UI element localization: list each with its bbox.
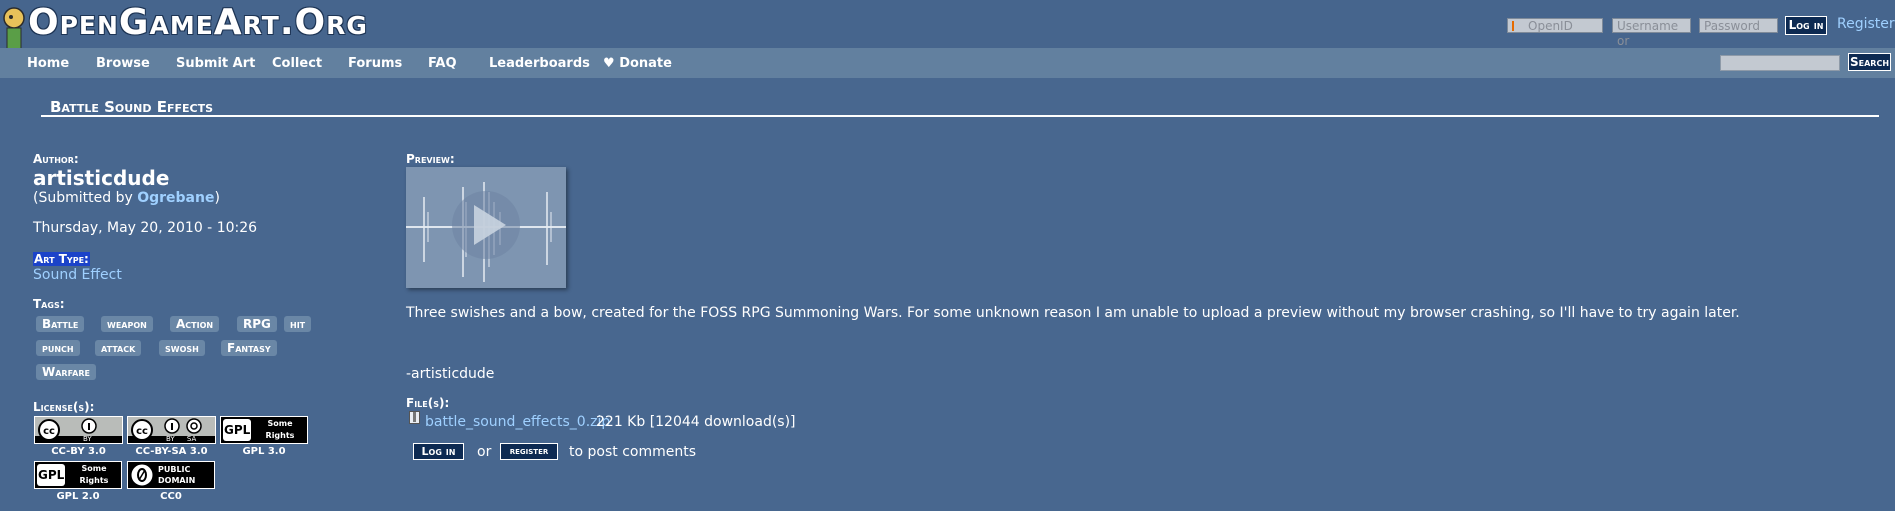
- username-placeholder: Username or: [1617, 19, 1679, 48]
- author-name[interactable]: artisticdude: [33, 166, 169, 190]
- tag-rpg[interactable]: RPG: [237, 316, 277, 332]
- author-label: Author:: [33, 152, 79, 166]
- comment-register-button[interactable]: register: [500, 443, 558, 460]
- openid-placeholder: OpenID: [1528, 19, 1573, 33]
- license-caption-gpl-3[interactable]: GPL 3.0: [220, 446, 308, 457]
- license-badge-gpl-2[interactable]: GPL Some Rights Reserved: [34, 461, 122, 489]
- nav-donate-label: Donate: [619, 56, 672, 71]
- gpl-2-logo-text: GPL: [38, 468, 65, 482]
- tag-action[interactable]: Action: [170, 316, 220, 332]
- search-input[interactable]: [1720, 55, 1840, 71]
- tags-label: Tags:: [33, 297, 65, 311]
- licenses-label: License(s):: [33, 400, 95, 414]
- license-badge-cc-by-sa[interactable]: cc BY SA: [127, 416, 216, 444]
- site-logo-text[interactable]: OpenGameArt.Org: [28, 2, 368, 43]
- site-header: OpenGameArt.Org OpenID Username or Passw…: [0, 0, 1895, 59]
- gpl-3-logo-text: GPL: [224, 423, 251, 437]
- main-nav: Home Browse Submit Art Collect Forums FA…: [0, 48, 1895, 78]
- openid-icon: [1512, 21, 1514, 31]
- cc-by-icon: cc: [35, 418, 122, 443]
- cc-by-badge-text: BY: [83, 435, 92, 443]
- nav-forums[interactable]: Forums: [348, 56, 402, 71]
- register-link[interactable]: Register: [1837, 16, 1895, 32]
- tag-battle[interactable]: Battle: [36, 316, 85, 332]
- license-caption-cc-by-sa[interactable]: CC-BY-SA 3.0: [127, 446, 216, 457]
- license-badge-cc-by[interactable]: cc BY: [34, 416, 123, 444]
- art-type-label: Art Type:: [33, 252, 90, 266]
- comment-hint: to post comments: [569, 444, 696, 460]
- comment-or-text: or: [477, 444, 492, 460]
- license-caption-cc0[interactable]: CC0: [127, 491, 215, 502]
- description-text: Three swishes and a bow, created for the…: [406, 305, 1740, 321]
- password-placeholder: Password: [1704, 19, 1761, 33]
- tag-fantasy[interactable]: Fantasy: [221, 340, 277, 356]
- password-input[interactable]: Password: [1699, 18, 1778, 33]
- submitted-suffix: ): [214, 190, 220, 206]
- tag-hit[interactable]: hit: [284, 316, 312, 332]
- license-badge-gpl-3[interactable]: GPL Some Rights Reserved: [220, 416, 308, 444]
- comment-login-button[interactable]: Log in: [413, 443, 464, 460]
- svg-text:cc: cc: [136, 426, 148, 437]
- svg-text:cc: cc: [43, 426, 55, 437]
- tag-punch[interactable]: punch: [36, 340, 80, 356]
- nav-collect[interactable]: Collect: [272, 56, 322, 71]
- submitted-prefix: (Submitted by: [33, 190, 138, 206]
- submitter-link[interactable]: Ogrebane: [137, 190, 214, 206]
- file-icon: [409, 411, 420, 424]
- tag-warfare[interactable]: Warfare: [36, 364, 96, 380]
- nav-faq[interactable]: FAQ: [428, 56, 457, 71]
- license-caption-cc-by[interactable]: CC-BY 3.0: [34, 446, 123, 457]
- cc0-badge-text: PUBLIC DOMAIN: [158, 465, 196, 485]
- nav-leaderboards[interactable]: Leaderboards: [489, 56, 590, 71]
- nav-home[interactable]: Home: [27, 56, 69, 71]
- cc-by-sa-badge-text: BY SA: [166, 435, 197, 443]
- description-signature: -artisticdude: [406, 366, 495, 382]
- license-badge-cc0[interactable]: PUBLIC DOMAIN: [127, 461, 215, 489]
- waveform-icon: [406, 182, 566, 282]
- art-type-link[interactable]: Sound Effect: [33, 267, 122, 283]
- openid-input[interactable]: OpenID: [1507, 18, 1603, 33]
- file-meta: 221 Kb [12044 download(s)]: [596, 414, 796, 430]
- nav-browse[interactable]: Browse: [96, 56, 150, 71]
- login-button[interactable]: Log in: [1785, 16, 1827, 35]
- tag-attack[interactable]: attack: [95, 340, 142, 356]
- tag-swosh[interactable]: swosh: [159, 340, 205, 356]
- heart-icon: ♥: [603, 56, 615, 71]
- file-download-link[interactable]: battle_sound_effects_0.zip: [425, 414, 610, 430]
- nav-submit-art[interactable]: Submit Art: [176, 56, 255, 71]
- gpl-2-badge-text: Some Rights Reserved: [79, 464, 109, 485]
- title-divider: [41, 115, 1879, 117]
- submission-date: Thursday, May 20, 2010 - 10:26: [33, 220, 258, 236]
- nav-donate[interactable]: ♥ Donate: [603, 56, 672, 71]
- preview-label: Preview:: [406, 152, 455, 166]
- license-caption-gpl-2[interactable]: GPL 2.0: [34, 491, 122, 502]
- submitted-by: (Submitted by Ogrebane): [33, 190, 220, 206]
- search-button[interactable]: Search: [1848, 53, 1891, 71]
- tag-weapon[interactable]: weapon: [101, 316, 153, 332]
- audio-preview-image[interactable]: [406, 167, 566, 288]
- page-title: Battle Sound Effects: [50, 98, 214, 116]
- username-input[interactable]: Username or: [1612, 18, 1691, 48]
- gpl-3-badge-text: Some Rights Reserved: [265, 419, 295, 440]
- files-label: File(s):: [406, 396, 450, 410]
